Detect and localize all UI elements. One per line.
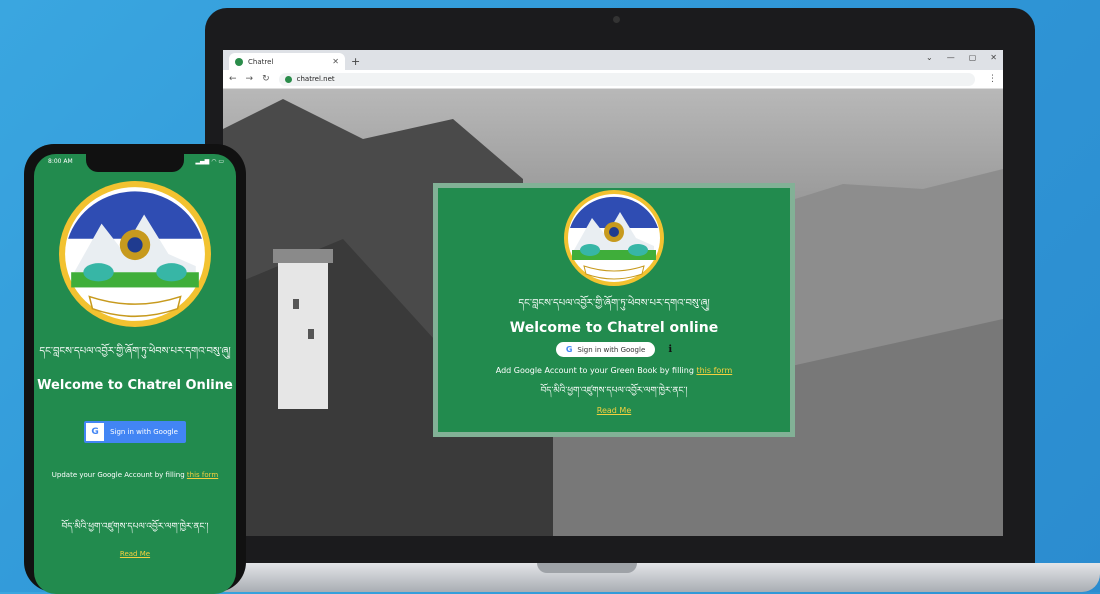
info-icon[interactable]: ℹ xyxy=(668,344,672,355)
laptop-screen: Chatrel ✕ + ⌄ — ▢ ✕ ← → ↻ chatrel.net ⋮ xyxy=(223,50,1003,536)
maximize-icon[interactable]: ▢ xyxy=(969,53,977,62)
login-card: དང་བླངས་དཔལ་འབྱོར་གྱི་ཞོག་ཏུ་ཕེབས་པར་དགའ… xyxy=(433,183,795,437)
google-signin-button[interactable]: G Sign in with Google xyxy=(555,342,656,357)
laptop-hinge-notch xyxy=(537,563,637,573)
read-me-link[interactable]: Read Me xyxy=(438,406,790,415)
add-account-text: Add Google Account to your Green Book by… xyxy=(438,366,790,375)
tibetan-line-2: བོད་མིའི་ཕྱག་འཛུགས་དཔལ་འབྱོར་ལག་ཁྱེར་ནང་… xyxy=(61,522,209,532)
google-signin-label: Sign in with Google xyxy=(577,345,646,354)
phone-time: 8:00 AM xyxy=(48,158,73,165)
tibetan-line-2: བོད་མིའི་ཕྱག་འཛུགས་དཔལ་འབྱོར་ལག་ཁྱེར་ནང་… xyxy=(540,386,688,396)
web-page: དང་བླངས་དཔལ་འབྱོར་གྱི་ཞོག་ཏུ་ཕེབས་པར་དགའ… xyxy=(223,89,1003,536)
update-account-text: Update your Google Account by filling th… xyxy=(34,471,236,479)
address-bar[interactable]: chatrel.net xyxy=(278,72,975,86)
laptop-camera xyxy=(613,16,620,23)
tibetan-greeting: དང་བླངས་དཔལ་འབྱོར་གྱི་ཞོག་ཏུ་ཕེབས་པར་དགའ… xyxy=(518,298,710,309)
browser-tabbar: Chatrel ✕ + ⌄ — ▢ ✕ xyxy=(223,50,1003,70)
laptop-mockup: Chatrel ✕ + ⌄ — ▢ ✕ ← → ↻ chatrel.net ⋮ xyxy=(205,8,1035,568)
new-tab-button[interactable]: + xyxy=(351,55,360,68)
google-g-icon: G xyxy=(565,345,573,354)
minimize-icon[interactable]: — xyxy=(947,53,955,62)
form-link[interactable]: this form xyxy=(696,366,732,375)
window-controls: ⌄ — ▢ ✕ xyxy=(926,53,997,62)
google-g-icon: G xyxy=(86,423,105,441)
browser-tab[interactable]: Chatrel ✕ xyxy=(229,53,345,70)
emblem-icon xyxy=(59,181,211,327)
status-icons: ▂▄▆ ◠ ▭ xyxy=(195,158,224,165)
welcome-heading: Welcome to Chatrel Online xyxy=(37,378,233,393)
close-icon[interactable]: ✕ xyxy=(332,57,339,66)
google-signin-label: Sign in with Google xyxy=(110,428,178,436)
url-text: chatrel.net xyxy=(296,75,335,83)
tibetan-greeting: དང་བླངས་དཔལ་འབྱོར་གྱི་ཞོག་ཏུ་ཕེབས་པར་དགའ… xyxy=(39,346,231,357)
window-close-icon[interactable]: ✕ xyxy=(990,53,997,62)
welcome-heading: Welcome to Chatrel online xyxy=(509,320,719,336)
site-icon xyxy=(284,75,292,83)
google-signin-button[interactable]: G Sign in with Google xyxy=(84,421,186,443)
laptop-base xyxy=(180,563,1100,592)
tab-title: Chatrel xyxy=(248,57,274,66)
reload-icon[interactable]: ↻ xyxy=(262,74,270,84)
browser-toolbar: ← → ↻ chatrel.net ⋮ xyxy=(223,70,1003,89)
phone-notch xyxy=(86,154,184,172)
read-me-link[interactable]: Read Me xyxy=(34,550,236,558)
emblem-icon xyxy=(564,190,664,286)
add-account-label: Add Google Account to your Green Book by… xyxy=(495,366,697,375)
phone-screen: 8:00 AM ▂▄▆ ◠ ▭ དང་བླངས་དཔལ་འབྱོར་གྱི་ཞོ… xyxy=(34,154,236,594)
forward-arrow-icon[interactable]: → xyxy=(246,74,254,84)
update-account-label: Update your Google Account by filling xyxy=(51,471,187,479)
back-arrow-icon[interactable]: ← xyxy=(229,74,237,84)
favicon-icon xyxy=(235,57,243,66)
menu-icon[interactable]: ⋮ xyxy=(988,74,997,84)
phone-mockup: 8:00 AM ▂▄▆ ◠ ▭ དང་བླངས་དཔལ་འབྱོར་གྱི་ཞོ… xyxy=(24,144,246,594)
form-link[interactable]: this form xyxy=(187,471,218,479)
tab-search-icon[interactable]: ⌄ xyxy=(926,53,933,62)
